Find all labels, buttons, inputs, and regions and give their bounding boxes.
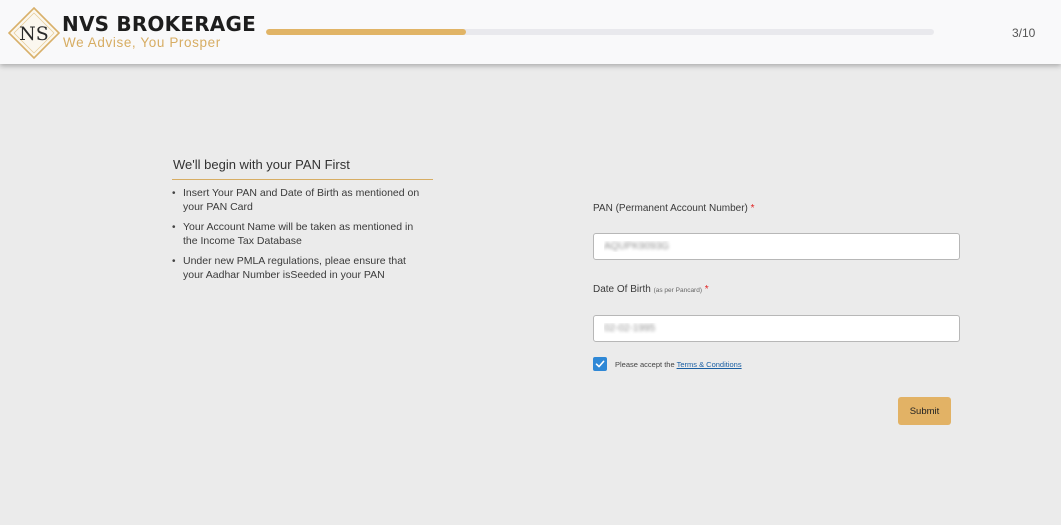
instruction-item: Under new PMLA regulations, pleae ensure…: [172, 255, 422, 282]
dob-required-mark: *: [704, 284, 709, 295]
brand-name: NVS BROKERAGE: [62, 12, 256, 36]
brand-tagline: We Advise, You Prosper: [63, 35, 221, 50]
dob-label-text: Date Of Birth: [593, 284, 651, 295]
pan-field-label: PAN (Permanent Account Number) *: [593, 203, 755, 214]
progress-bar-fill: [266, 29, 467, 35]
consent-prefix: Please accept the: [615, 360, 675, 369]
intro-title: We'll begin with your PAN First: [173, 157, 350, 172]
dob-input[interactable]: [593, 315, 960, 342]
pan-required-mark: *: [750, 203, 755, 214]
dob-field-label: Date Of Birth (as per Pancard) *: [593, 284, 709, 295]
terms-consent-text: Please accept the Terms & Conditions: [615, 360, 742, 369]
intro-divider: [172, 179, 433, 180]
brand-logo-icon: NS: [8, 7, 60, 59]
submit-button[interactable]: Submit: [898, 397, 951, 425]
instruction-item: Insert Your PAN and Date of Birth as men…: [172, 187, 422, 214]
terms-conditions-link[interactable]: Terms & Conditions: [677, 360, 742, 369]
pan-input[interactable]: [593, 233, 960, 260]
progress-bar: [266, 29, 934, 35]
intro-instructions-list: Insert Your PAN and Date of Birth as men…: [172, 187, 422, 289]
checkmark-icon: [595, 360, 605, 368]
top-header: NS NVS BROKERAGE We Advise, You Prosper …: [0, 0, 1061, 64]
terms-checkbox[interactable]: [593, 357, 607, 371]
logo-initials: NS: [19, 23, 49, 45]
step-counter: 3/10: [1012, 26, 1036, 40]
pan-label-text: PAN (Permanent Account Number): [593, 203, 748, 214]
instruction-item: Your Account Name will be taken as menti…: [172, 221, 422, 248]
dob-label-hint: (as per Pancard): [653, 287, 703, 294]
